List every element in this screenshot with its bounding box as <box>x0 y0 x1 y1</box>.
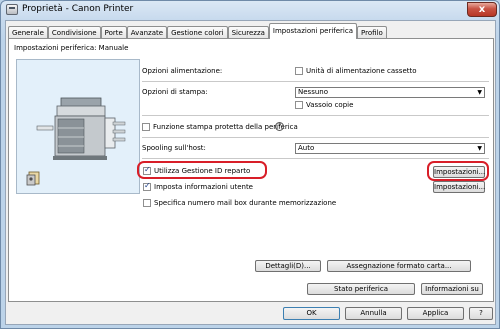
info-button[interactable]: Informazioni su <box>421 283 483 295</box>
output-options-select[interactable]: Nessuno ▼ <box>295 87 485 98</box>
user-info-settings-button[interactable]: Impostazioni... <box>433 181 485 193</box>
dept-id-highlight <box>137 161 267 179</box>
settings-button-highlight <box>427 161 489 181</box>
spooling-select-value: Auto <box>298 144 315 152</box>
chevron-down-icon: ▼ <box>477 89 482 96</box>
paper-format-button[interactable]: Assegnazione formato carta... <box>327 260 471 272</box>
mailbox-label: Specifica numero mail box durante memori… <box>154 199 337 207</box>
output-select-value: Nessuno <box>298 88 328 96</box>
close-icon: x <box>478 4 486 15</box>
help-circle-icon[interactable]: ? <box>275 122 284 131</box>
properties-window: Proprietà - Canon Printer x Generale Con… <box>0 0 500 329</box>
help-button[interactable]: ? <box>469 307 493 320</box>
printer-icon <box>6 4 18 15</box>
mailbox-checkbox[interactable] <box>143 199 151 207</box>
user-info-label: Imposta informazioni utente <box>154 183 253 191</box>
user-card-icon <box>26 171 40 186</box>
divider <box>142 158 489 159</box>
divider <box>142 137 489 138</box>
spooling-label: Spooling sull'host: <box>142 144 206 152</box>
apply-button[interactable]: Applica <box>407 307 464 320</box>
spooling-select[interactable]: Auto ▼ <box>295 143 485 154</box>
cancel-button[interactable]: Annulla <box>345 307 402 320</box>
power-options-label: Opzioni alimentazione: <box>142 67 223 75</box>
ok-button[interactable]: OK <box>283 307 340 320</box>
secure-print-checkbox[interactable] <box>142 123 150 131</box>
cassette-unit-label: Unità di alimentazione cassetto <box>306 67 417 75</box>
tab-impostazioni-periferica[interactable]: Impostazioni periferica <box>268 23 358 39</box>
divider <box>142 115 489 116</box>
divider <box>142 81 489 82</box>
device-status-button[interactable]: Stato periferica <box>307 283 415 295</box>
tab-strip: Generale Condivisione Porte Avanzate Ges… <box>8 23 387 39</box>
device-settings-label: Impostazioni periferica: Manuale <box>14 44 129 52</box>
details-button[interactable]: Dettagli(D)... <box>255 260 321 272</box>
output-options-label: Opzioni di stampa: <box>142 88 208 96</box>
window-title: Proprietà - Canon Printer <box>22 4 134 14</box>
title-bar[interactable]: Proprietà - Canon Printer x <box>1 1 499 19</box>
close-button[interactable]: x <box>467 2 497 17</box>
copy-tray-checkbox[interactable] <box>295 101 303 109</box>
chevron-down-icon: ▼ <box>477 145 482 152</box>
copy-tray-label: Vassoio copie <box>306 101 354 109</box>
cassette-unit-checkbox[interactable] <box>295 67 303 75</box>
user-info-checkbox[interactable] <box>143 181 151 191</box>
